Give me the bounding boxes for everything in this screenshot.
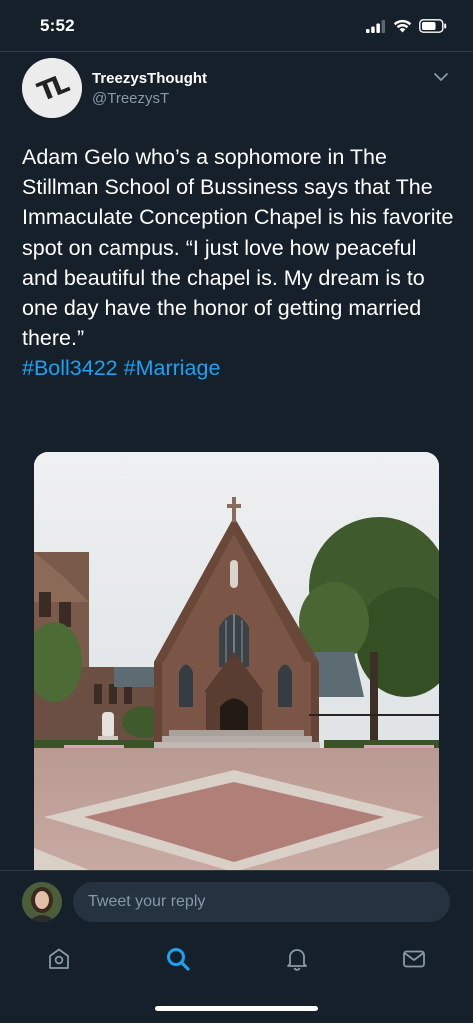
- nav-messages[interactable]: [399, 944, 429, 974]
- cellular-signal-icon: [366, 19, 386, 33]
- notifications-icon: [287, 949, 307, 971]
- tweet-text: Adam Gelo who’s a sophomore in The Still…: [22, 142, 454, 384]
- reply-bar: [0, 870, 473, 932]
- hashtag-link[interactable]: #Boll3422: [22, 356, 118, 380]
- reply-input[interactable]: [73, 881, 450, 922]
- tweet-media-image[interactable]: [34, 452, 439, 872]
- tweet-header: TL TreezysThought @TreezysT: [22, 58, 452, 118]
- home-icon: [49, 948, 69, 969]
- chevron-down-icon: [434, 73, 448, 81]
- search-icon: [167, 948, 190, 971]
- author-handle[interactable]: @TreezysT: [92, 90, 207, 107]
- wifi-icon: [393, 19, 412, 33]
- author-avatar-logo: TL: [22, 58, 82, 118]
- home-indicator[interactable]: [155, 1006, 318, 1011]
- nav-notifications[interactable]: [282, 944, 312, 974]
- header-divider: [0, 51, 473, 52]
- author-display-name[interactable]: TreezysThought: [92, 70, 207, 87]
- nav-home[interactable]: [44, 944, 74, 974]
- chapel-photo: [34, 452, 439, 872]
- status-icons: [366, 19, 447, 33]
- hashtag-link[interactable]: #Marriage: [124, 356, 221, 380]
- tweet-options-button[interactable]: [430, 66, 452, 88]
- status-time: 5:52: [40, 16, 75, 35]
- status-bar: 5:52: [0, 0, 473, 52]
- author-avatar[interactable]: TL: [22, 58, 82, 118]
- user-avatar-photo: [22, 881, 62, 922]
- messages-icon: [403, 950, 425, 968]
- battery-icon: [419, 19, 447, 33]
- user-avatar[interactable]: [22, 881, 62, 922]
- nav-search[interactable]: [163, 944, 193, 974]
- user-block: TreezysThought @TreezysT: [92, 70, 207, 107]
- tweet-body: Adam Gelo who’s a sophomore in The Still…: [22, 145, 454, 351]
- bottom-nav: [0, 932, 473, 992]
